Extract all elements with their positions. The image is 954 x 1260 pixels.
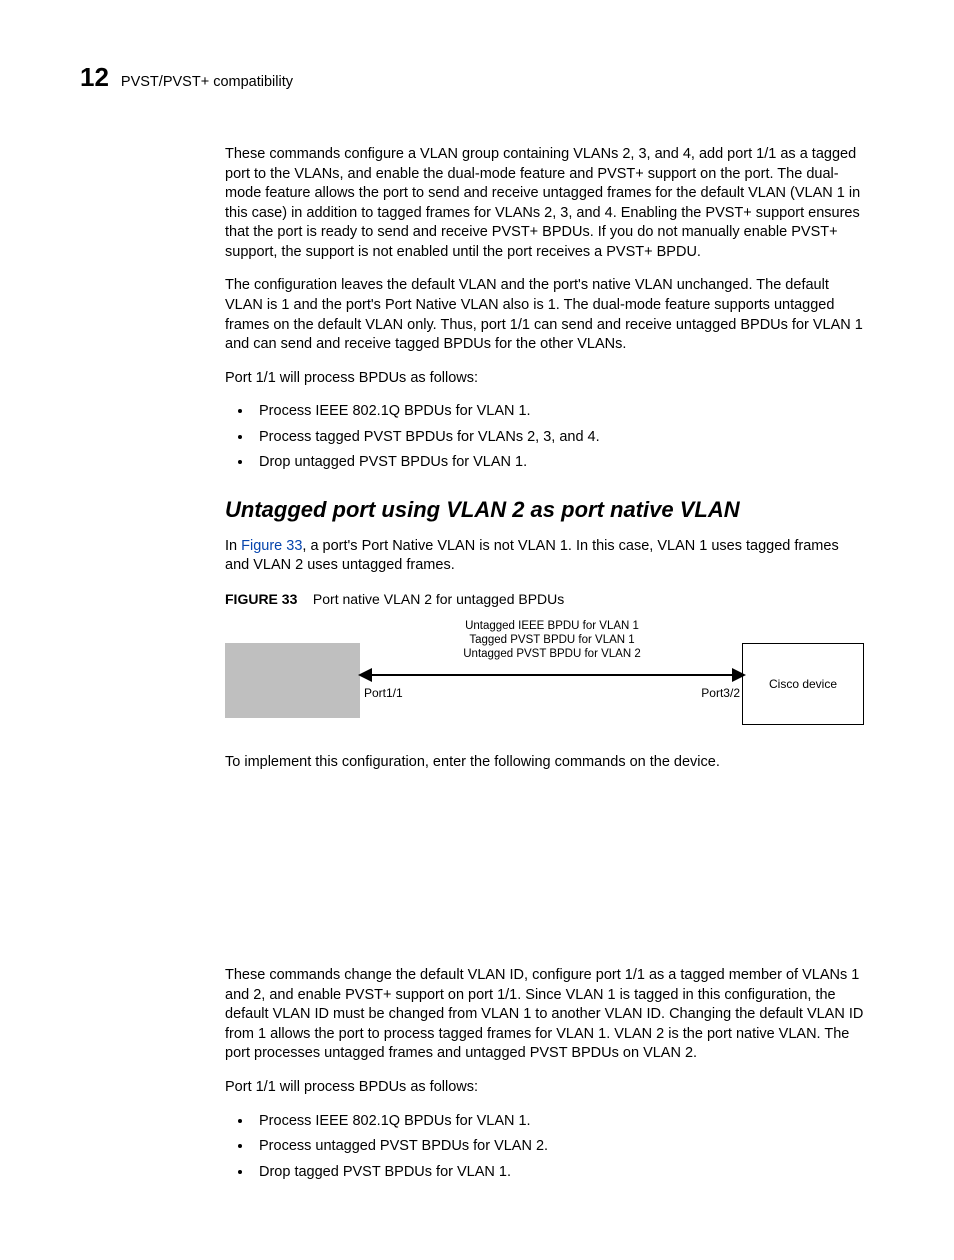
cisco-device-box: Cisco device xyxy=(742,643,864,725)
bpdu-label: Tagged PVST BPDU for VLAN 1 xyxy=(360,633,744,647)
list-item: Process tagged PVST BPDUs for VLANs 2, 3… xyxy=(253,428,864,448)
content-body: These commands configure a VLAN group co… xyxy=(225,145,864,1182)
device-box-left xyxy=(225,643,360,718)
paragraph: The configuration leaves the default VLA… xyxy=(225,276,864,354)
figure-xref-link[interactable]: Figure 33 xyxy=(241,538,302,554)
port-label-left: Port1/1 xyxy=(364,685,403,701)
paragraph: To implement this configuration, enter t… xyxy=(225,753,864,773)
bpdu-label: Untagged IEEE BPDU for VLAN 1 xyxy=(360,619,744,633)
code-block-spacer xyxy=(225,786,864,966)
chapter-title: PVST/PVST+ compatibility xyxy=(121,73,293,93)
list-item: Drop tagged PVST BPDUs for VLAN 1. xyxy=(253,1163,864,1183)
list-item: Process IEEE 802.1Q BPDUs for VLAN 1. xyxy=(253,1112,864,1132)
list-item: Process untagged PVST BPDUs for VLAN 2. xyxy=(253,1137,864,1157)
section-heading: Untagged port using VLAN 2 as port nativ… xyxy=(225,495,864,525)
page: 12 PVST/PVST+ compatibility These comman… xyxy=(0,0,954,1260)
port-label-right: Port3/2 xyxy=(701,685,740,701)
paragraph: These commands change the default VLAN I… xyxy=(225,966,864,1064)
arrow-line xyxy=(366,674,738,676)
bullet-list: Process IEEE 802.1Q BPDUs for VLAN 1. Pr… xyxy=(225,1112,864,1183)
text: In xyxy=(225,538,241,554)
figure-label: FIGURE 33 xyxy=(225,591,297,607)
figure-title: Port native VLAN 2 for untagged BPDUs xyxy=(313,591,564,607)
paragraph: In Figure 33, a port's Port Native VLAN … xyxy=(225,537,864,576)
bpdu-labels: Untagged IEEE BPDU for VLAN 1 Tagged PVS… xyxy=(360,619,744,662)
bpdu-label: Untagged PVST BPDU for VLAN 2 xyxy=(360,647,744,661)
list-item: Process IEEE 802.1Q BPDUs for VLAN 1. xyxy=(253,402,864,422)
paragraph: Port 1/1 will process BPDUs as follows: xyxy=(225,369,864,389)
figure-caption: FIGURE 33 Port native VLAN 2 for untagge… xyxy=(225,590,864,609)
text: , a port's Port Native VLAN is not VLAN … xyxy=(225,538,839,574)
paragraph: Port 1/1 will process BPDUs as follows: xyxy=(225,1078,864,1098)
running-head: 12 PVST/PVST+ compatibility xyxy=(80,60,864,95)
arrow-zone: Untagged IEEE BPDU for VLAN 1 Tagged PVS… xyxy=(360,619,744,737)
figure-diagram: Untagged IEEE BPDU for VLAN 1 Tagged PVS… xyxy=(225,619,864,737)
cisco-device-label: Cisco device xyxy=(769,676,837,692)
chapter-number: 12 xyxy=(80,60,109,95)
bullet-list: Process IEEE 802.1Q BPDUs for VLAN 1. Pr… xyxy=(225,402,864,473)
arrowhead-left-icon xyxy=(358,668,372,682)
paragraph: These commands configure a VLAN group co… xyxy=(225,145,864,262)
list-item: Drop untagged PVST BPDUs for VLAN 1. xyxy=(253,453,864,473)
